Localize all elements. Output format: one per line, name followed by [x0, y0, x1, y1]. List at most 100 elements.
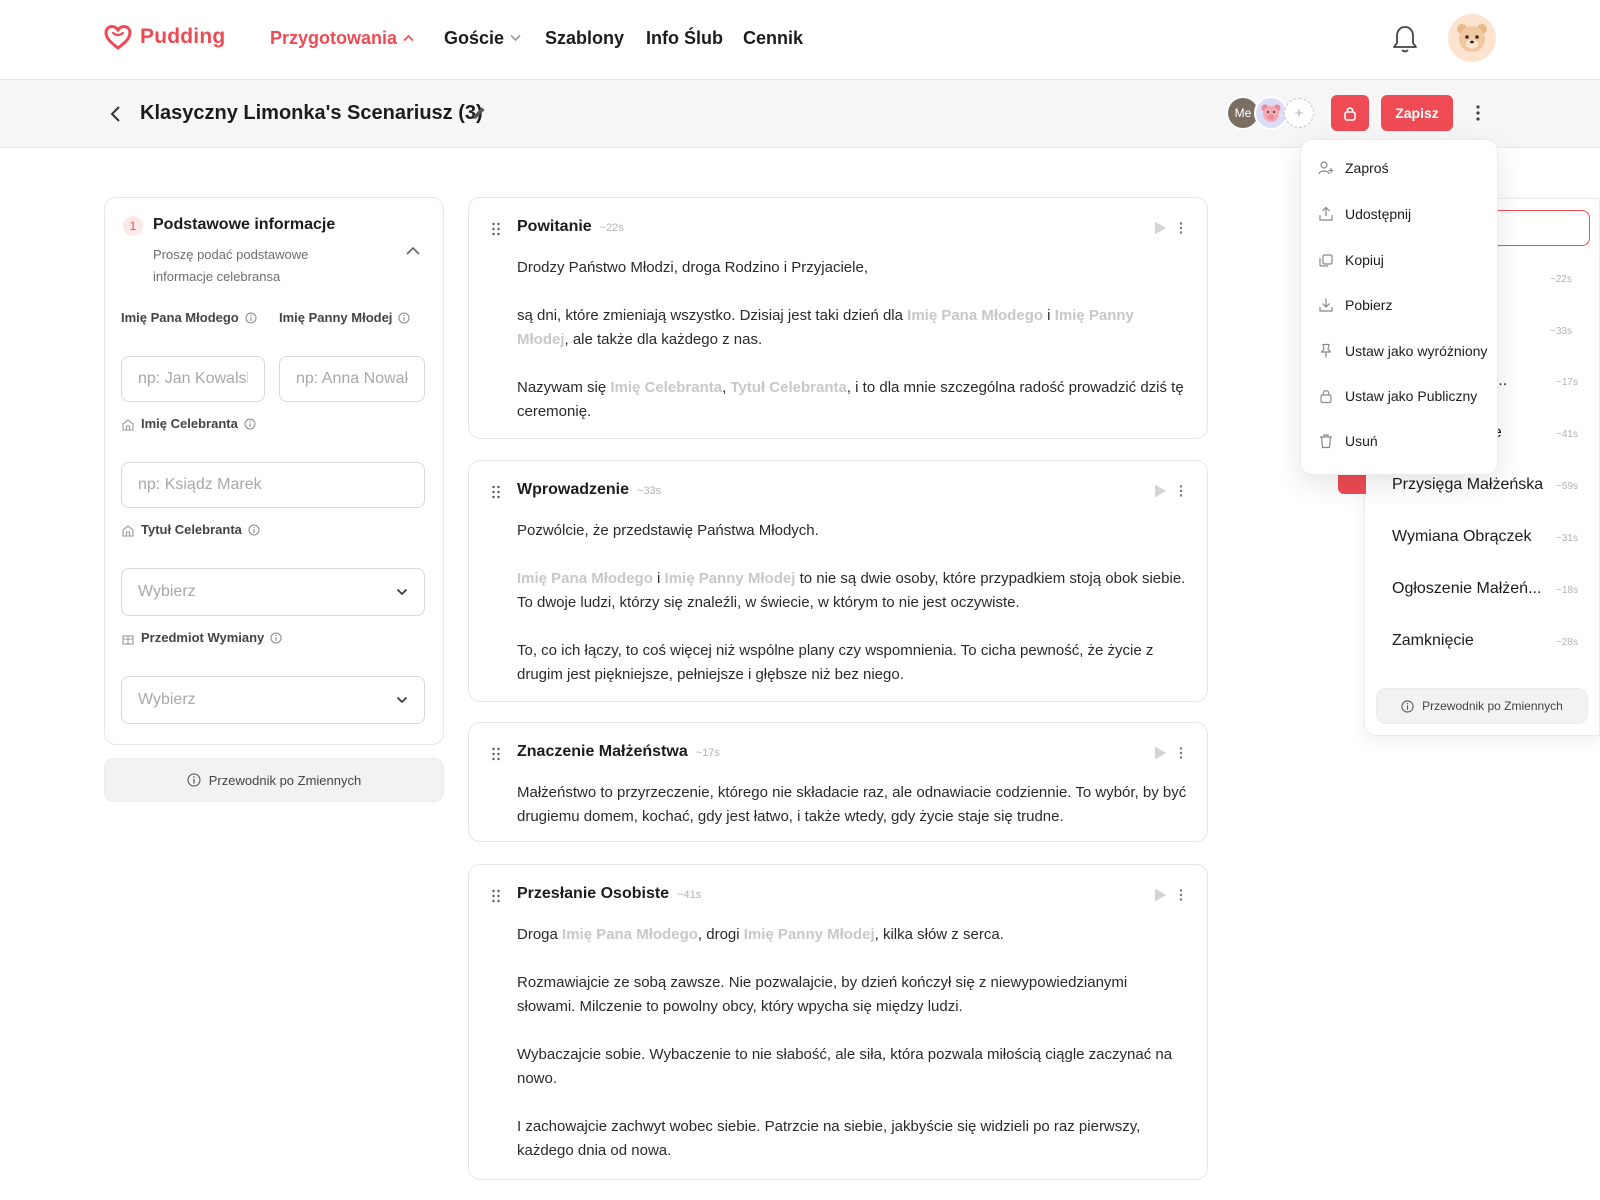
label-text: Imię Celebranta — [141, 416, 238, 431]
label-text: Tytuł Celebranta — [141, 522, 242, 537]
celebrant-title-select[interactable]: Wybierz — [121, 568, 425, 616]
chevron-down-icon — [510, 33, 521, 45]
info-icon — [1401, 699, 1414, 713]
toc-variables-guide-button[interactable]: Przewodnik po Zmiennych — [1376, 688, 1588, 724]
section-title-text: Przesłanie Osobiste — [517, 885, 670, 902]
toc-item-label: Przysięga Małżeńska — [1392, 476, 1544, 493]
play-icon[interactable] — [1153, 745, 1167, 761]
variable-celebrant[interactable]: Imię Celebranta — [610, 379, 722, 396]
drag-handle-icon[interactable] — [491, 485, 501, 499]
section-title: Wprowadzenie ~33s — [517, 481, 661, 499]
paragraph: Wybaczajcie sobie. Wybaczenie to nie sła… — [517, 1046, 1173, 1087]
step-number: 1 — [123, 216, 143, 236]
top-navigation: Pudding Przygotowania Goście Szablony In… — [0, 0, 1600, 80]
info-icon[interactable] — [398, 312, 410, 324]
bell-icon[interactable] — [1391, 24, 1419, 54]
exchange-item-select[interactable]: Wybierz — [121, 676, 425, 724]
menu-item-label: Usuń — [1345, 433, 1378, 449]
toc-item[interactable]: Ogłoszenie Małżeń... ~18s — [1392, 580, 1578, 598]
chevron-up-icon[interactable] — [405, 244, 421, 256]
save-button[interactable]: Zapisz — [1381, 95, 1453, 131]
label-text: Imię Pana Młodego — [121, 310, 239, 325]
back-arrow-icon[interactable] — [108, 102, 124, 126]
drag-handle-icon[interactable] — [491, 747, 501, 761]
add-collaborator-button[interactable]: + — [1284, 98, 1314, 128]
nav-item-info-slub[interactable]: Info Ślub — [646, 28, 723, 49]
text: , drogi — [697, 926, 744, 943]
user-avatar[interactable] — [1448, 14, 1496, 62]
more-options-menu: Zaproś Udostępnij Kopiuj Pobierz Ustaw j… — [1300, 139, 1498, 475]
download-icon — [1319, 298, 1333, 312]
paragraph: Małżeństwo to przyrzeczenie, którego nie… — [517, 784, 1187, 825]
heart-logo-icon — [104, 24, 132, 50]
brand-logo[interactable]: Pudding — [104, 24, 225, 50]
menu-item-label: Ustaw jako Publiczny — [1345, 388, 1478, 404]
bride-name-input[interactable] — [279, 356, 425, 402]
celebrant-name-label: Imię Celebranta — [121, 416, 256, 431]
nav-item-label: Goście — [444, 28, 505, 48]
toc-item-duration: ~33s — [1550, 326, 1572, 337]
pencil-icon[interactable] — [470, 104, 488, 122]
info-icon — [187, 773, 201, 787]
nav-item-przygotowania[interactable]: Przygotowania — [270, 28, 414, 49]
nav-item-szablony[interactable]: Szablony — [545, 28, 624, 49]
menu-item-label: Ustaw jako wyróżniony — [1345, 343, 1488, 359]
variable-bride[interactable]: Imię Panny Młodej — [665, 570, 796, 587]
variables-guide-button[interactable]: Przewodnik po Zmiennych — [104, 758, 444, 802]
variable-groom[interactable]: Imię Pana Młodego — [907, 307, 1043, 324]
menu-item-set-featured[interactable]: Ustaw jako wyróżniony — [1317, 337, 1493, 365]
gift-icon — [122, 634, 134, 645]
toc-item[interactable]: Wymiana Obrączek ~31s — [1392, 528, 1578, 546]
menu-item-download[interactable]: Pobierz — [1317, 291, 1493, 319]
toc-item[interactable]: Zamknięcie ~28s — [1392, 632, 1578, 650]
menu-item-label: Udostępnij — [1345, 206, 1412, 222]
menu-item-set-public[interactable]: Ustaw jako Publiczny — [1317, 382, 1493, 410]
toc-item-label: Ogłoszenie Małżeń... — [1392, 580, 1542, 597]
toc-item-duration: ~59s — [1556, 481, 1578, 492]
play-icon[interactable] — [1153, 887, 1167, 903]
toc-item-duration: ~31s — [1556, 533, 1578, 544]
bride-name-label: Imię Panny Młodej — [279, 310, 410, 325]
play-icon[interactable] — [1153, 220, 1167, 236]
toc-item-duration: ~28s — [1556, 637, 1578, 648]
section-card-znaczenie-malzenstwa: Znaczenie Małżeństwa ~17s Małżeństwo to p… — [468, 722, 1208, 842]
label-text: Przedmiot Wymiany — [141, 630, 265, 645]
menu-item-delete[interactable]: Usuń — [1317, 427, 1493, 455]
paragraph: Nazywam się Imię Celebranta, Tytuł Celeb… — [517, 376, 1187, 424]
section-menu-icon[interactable] — [1177, 743, 1185, 763]
nav-item-goscie[interactable]: Goście — [444, 28, 521, 49]
lock-button[interactable] — [1331, 95, 1369, 131]
variable-bride[interactable]: Imię Panny Młodej — [744, 926, 875, 943]
brand-name: Pudding — [140, 25, 226, 48]
celebrant-name-input[interactable] — [121, 462, 425, 508]
toc-item-duration: ~18s — [1556, 585, 1578, 596]
variable-groom[interactable]: Imię Pana Młodego — [517, 570, 653, 587]
section-body: Droga Imię Pana Młodego, drogi Imię Pann… — [517, 923, 1187, 1163]
drag-handle-icon[interactable] — [491, 889, 501, 903]
section-title: Przesłanie Osobiste ~41s — [517, 885, 701, 903]
section-menu-icon[interactable] — [1177, 481, 1185, 501]
groom-name-input[interactable] — [121, 356, 265, 402]
copy-icon — [1319, 254, 1333, 267]
variable-groom[interactable]: Imię Pana Młodego — [562, 926, 698, 943]
menu-item-invite[interactable]: Zaproś — [1317, 154, 1493, 182]
info-icon[interactable] — [248, 524, 260, 536]
info-icon[interactable] — [244, 418, 256, 430]
section-card-przeslanie-osobiste: Przesłanie Osobiste ~41s Droga Imię Pana … — [468, 864, 1208, 1180]
play-icon[interactable] — [1153, 483, 1167, 499]
more-options-icon[interactable] — [1470, 99, 1486, 127]
nav-item-cennik[interactable]: Cennik — [743, 28, 803, 49]
section-duration: ~41s — [677, 889, 702, 901]
drag-handle-icon[interactable] — [491, 222, 501, 236]
avatar-collaborator[interactable] — [1254, 96, 1288, 130]
menu-item-copy[interactable]: Kopiuj — [1317, 246, 1493, 274]
info-icon[interactable] — [245, 312, 257, 324]
menu-item-share[interactable]: Udostępnij — [1317, 200, 1493, 228]
toc-item-label: Zamknięcie — [1392, 632, 1474, 649]
info-icon[interactable] — [270, 632, 282, 644]
basic-info-description: Proszę podać podstawowe informacje celeb… — [153, 247, 309, 284]
toc-item[interactable]: Przysięga Małżeńska ~59s — [1392, 476, 1578, 494]
section-menu-icon[interactable] — [1177, 218, 1185, 238]
variable-celebrant-title[interactable]: Tytuł Celebranta — [730, 379, 846, 396]
section-menu-icon[interactable] — [1177, 885, 1185, 905]
